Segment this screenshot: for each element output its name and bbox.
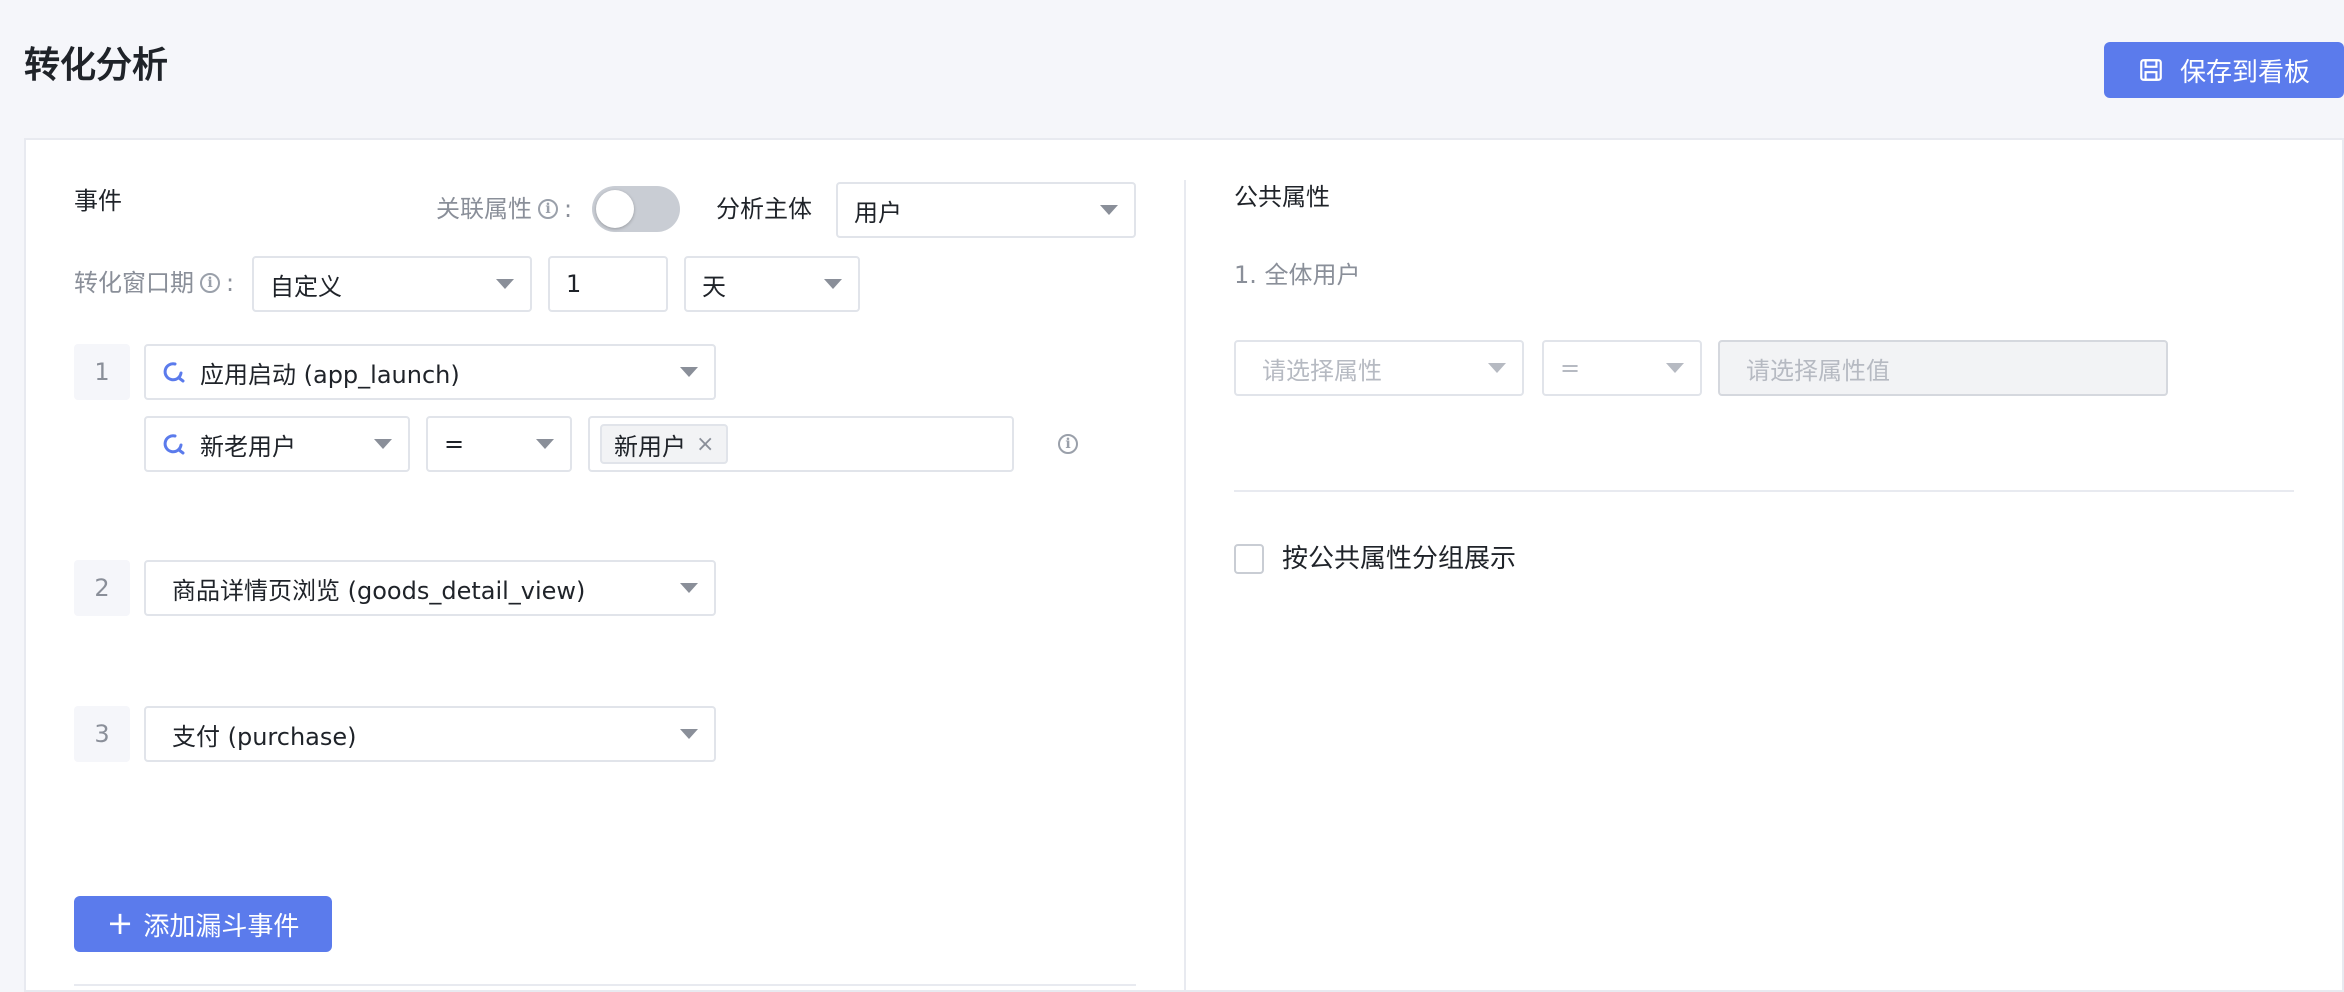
colon: : [226, 269, 235, 297]
chevron-down-icon [680, 583, 698, 593]
close-icon[interactable]: × [696, 432, 714, 457]
window-unit-select[interactable]: 天 [684, 256, 860, 312]
step-2-event-select[interactable]: 商品详情页浏览 (goods_detail_view) [144, 560, 716, 616]
info-icon[interactable]: i [538, 199, 558, 219]
filter-operator-value: = [444, 430, 465, 458]
subject-value: 用户 [854, 198, 902, 227]
events-section-title: 事件 [74, 187, 122, 215]
group-label: 1. 全体用户 [1234, 261, 1361, 289]
step-number: 1 [74, 344, 130, 400]
step-3-event-name: 支付 (purchase) [172, 722, 357, 751]
step-1-event-name: 应用启动 (app_launch) [200, 360, 460, 389]
common-attr-placeholder: 请选择属性 [1262, 356, 1382, 385]
add-funnel-step-button[interactable]: + 添加漏斗事件 [74, 896, 332, 952]
group-by-label: 按公共属性分组展示 [1282, 544, 1517, 574]
subject-select[interactable]: 用户 [836, 182, 1136, 238]
plus-icon: + [106, 903, 134, 942]
save-icon [2140, 59, 2162, 81]
chevron-down-icon [1100, 205, 1118, 215]
common-attr-select[interactable]: 请选择属性 [1234, 340, 1524, 396]
filter-operator-select[interactable]: = [426, 416, 572, 472]
window-amount-input[interactable]: 1 [548, 256, 668, 312]
step-2-event-name: 商品详情页浏览 (goods_detail_view) [172, 576, 586, 605]
common-operator-select[interactable]: = [1542, 340, 1702, 396]
event-search-icon [163, 362, 185, 383]
chevron-down-icon [1666, 363, 1684, 373]
save-to-dashboard-button[interactable]: 保存到看板 [2104, 42, 2344, 98]
filter-value-tag: 新用户 × [600, 424, 729, 464]
colon: : [564, 195, 573, 223]
toggle-knob [596, 190, 634, 228]
window-label-group: 转化窗口期 i : [74, 266, 234, 300]
window-label: 转化窗口期 [74, 269, 194, 297]
tag-label: 新用户 [614, 432, 686, 461]
info-icon[interactable]: i [1058, 434, 1078, 454]
window-unit-value: 天 [702, 272, 726, 301]
chevron-down-icon [496, 279, 514, 289]
event-search-icon [163, 434, 185, 455]
step-1-event-select[interactable]: 应用启动 (app_launch) [144, 344, 716, 400]
panel-divider [1184, 180, 1186, 992]
filter-property-value: 新老用户 [200, 432, 296, 461]
common-operator-value: = [1560, 354, 1581, 382]
add-step-label: 添加漏斗事件 [143, 911, 300, 942]
chevron-down-icon [824, 279, 842, 289]
common-section-divider [1234, 490, 2294, 492]
filter-property-select[interactable]: 新老用户 [144, 416, 410, 472]
info-icon[interactable]: i [200, 273, 220, 293]
filter-value-input[interactable]: 新用户 × [588, 416, 1014, 472]
bottom-divider [74, 984, 1136, 986]
chevron-down-icon [680, 367, 698, 377]
chevron-down-icon [374, 439, 392, 449]
assoc-attr-toggle[interactable] [592, 186, 680, 232]
group-by-common-attr-checkbox[interactable] [1234, 544, 1264, 574]
step-number: 3 [74, 706, 130, 762]
window-mode-value: 自定义 [270, 272, 342, 301]
assoc-attr-label: 关联属性 [436, 195, 532, 223]
chevron-down-icon [680, 729, 698, 739]
page-title: 转化分析 [24, 45, 169, 86]
common-attr-section-title: 公共属性 [1234, 183, 1330, 211]
assoc-attr-label-group: 关联属性 i : [436, 192, 572, 226]
window-mode-select[interactable]: 自定义 [252, 256, 532, 312]
step-number: 2 [74, 560, 130, 616]
subject-label: 分析主体 [716, 195, 812, 223]
chevron-down-icon [1488, 363, 1506, 373]
chevron-down-icon [536, 439, 554, 449]
step-3-event-select[interactable]: 支付 (purchase) [144, 706, 716, 762]
common-attr-value-input[interactable]: 请选择属性值 [1718, 340, 2168, 396]
save-button-label: 保存到看板 [2179, 57, 2310, 88]
